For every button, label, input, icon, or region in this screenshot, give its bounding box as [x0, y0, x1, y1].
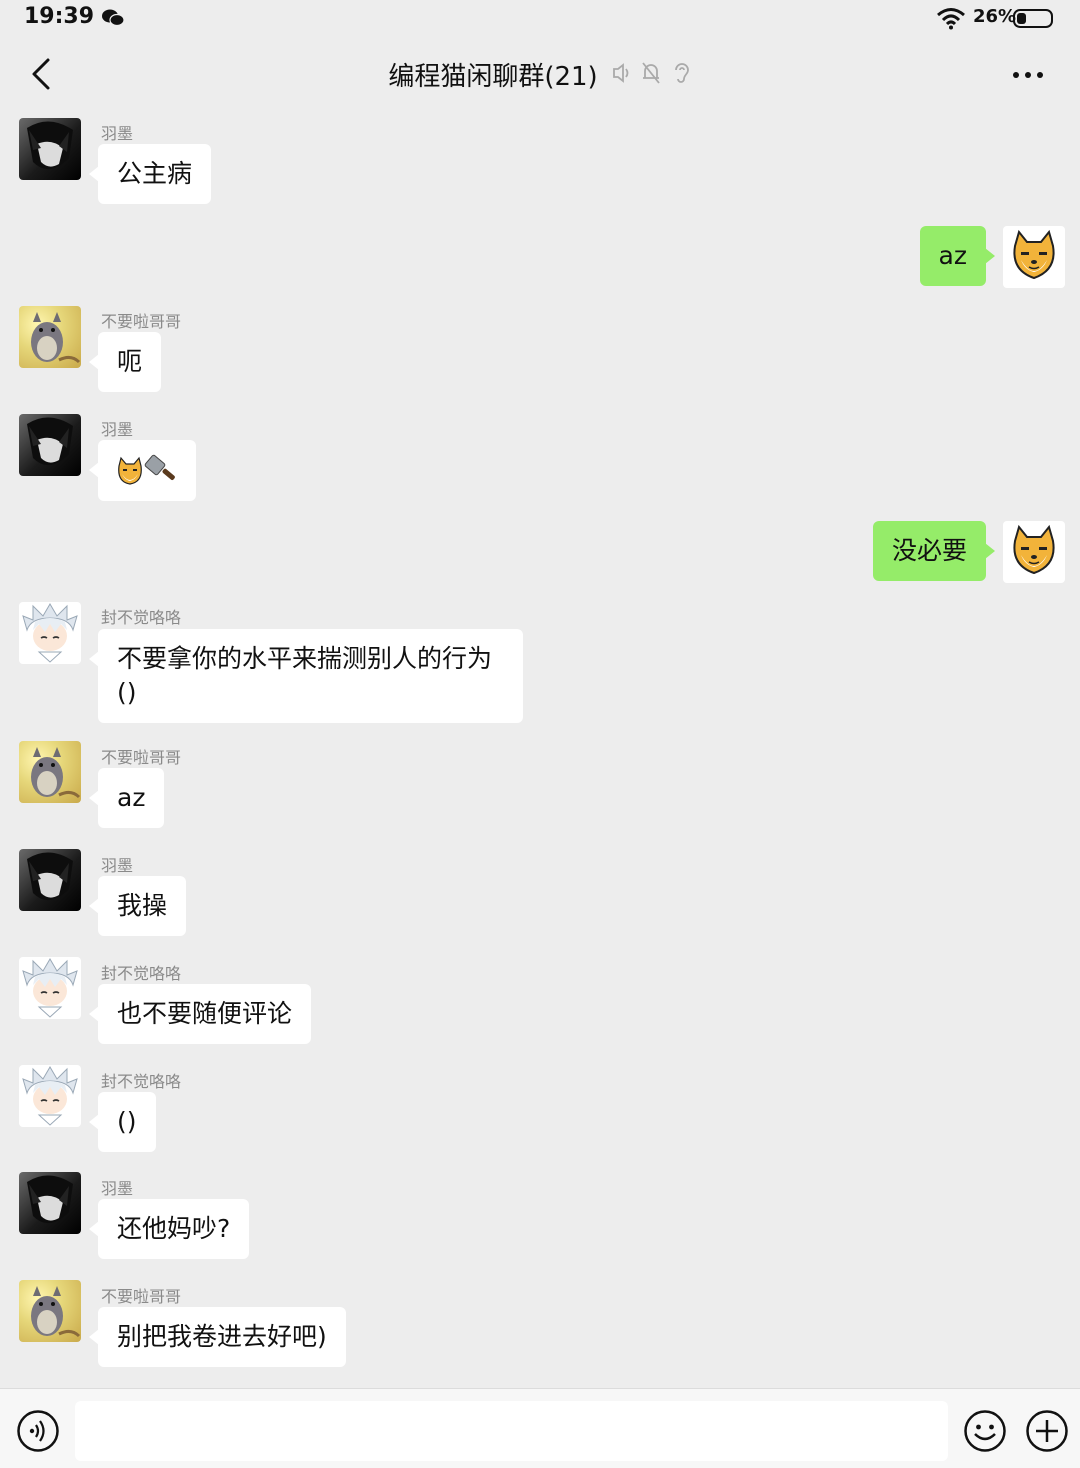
message-item: 封不觉咯咯 () [0, 1060, 1080, 1160]
sender-name: 不要啦哥哥 [101, 312, 182, 331]
silver-hair-avatar-icon [22, 958, 78, 1018]
battery-icon [1013, 9, 1053, 28]
shiba-dog-avatar-icon [1013, 229, 1055, 280]
ear-icon [675, 63, 689, 83]
avatar[interactable] [19, 849, 81, 911]
avatar[interactable] [19, 414, 81, 476]
silver-hair-avatar-icon [22, 603, 78, 663]
avatar[interactable] [19, 306, 81, 368]
battery-percent: 26% [973, 6, 1017, 27]
avatar[interactable] [19, 118, 81, 180]
message-item: 不要啦哥哥 呃 [0, 300, 1080, 400]
avatar[interactable] [1003, 226, 1065, 288]
dark-boy-avatar-icon [27, 1175, 73, 1224]
message-bubble[interactable]: az [88, 768, 165, 828]
message-item: 不要啦哥哥 别把我卷进去好吧) [0, 1276, 1080, 1376]
title-status-icons [610, 60, 692, 86]
wechat-icon [102, 9, 125, 27]
message-item: 羽墨 [0, 408, 1080, 508]
status-time: 19:39 [24, 4, 95, 29]
avatar[interactable] [19, 957, 81, 1019]
totoro-avatar-icon [31, 747, 81, 799]
totoro-avatar-icon [31, 312, 81, 364]
avatar[interactable] [1003, 521, 1065, 583]
chat-header: 编程猫闲聊群(21) [0, 36, 1080, 112]
message-bubble[interactable]: 呃 [88, 332, 162, 392]
message-item: 封不觉咯咯 不要拿你的水平来揣测别人的行为 () [0, 596, 1080, 726]
sender-name: 羽墨 [101, 124, 134, 143]
totoro-avatar-icon [31, 1286, 81, 1338]
more-icon[interactable] [1011, 70, 1045, 80]
mute-bell-icon [642, 62, 660, 84]
dark-boy-avatar-icon [27, 417, 73, 466]
message-bubble[interactable]: () [89, 1092, 156, 1152]
message-bubble[interactable] [89, 440, 196, 501]
message-item: 不要啦哥哥 az [0, 736, 1080, 836]
input-bar [0, 1388, 1080, 1468]
message-bubble[interactable]: 也不要随便评论 [88, 984, 312, 1044]
sender-name: 封不觉咯咯 [101, 964, 182, 983]
plus-icon[interactable] [1025, 1409, 1069, 1453]
status-bar: 19:39 26% [0, 0, 1080, 36]
message-item: 羽墨 还他妈吵? [0, 1168, 1080, 1268]
message-item: 没必要 [0, 520, 1080, 590]
message-item: 封不觉咯咯 也不要随便评论 [0, 952, 1080, 1052]
message-item: 羽墨 公主病 [0, 112, 1080, 212]
message-bubble[interactable]: 公主病 [88, 144, 212, 204]
sender-name: 羽墨 [101, 1179, 134, 1198]
message-bubble[interactable]: az [919, 226, 996, 286]
message-item: 羽墨 我操 [0, 844, 1080, 944]
wifi-icon [937, 8, 965, 30]
message-bubble[interactable]: 不要拿你的水平来揣测别人的行为 () [89, 629, 523, 723]
sender-name: 不要啦哥哥 [101, 748, 182, 767]
avatar[interactable] [19, 1280, 81, 1342]
message-item: az [0, 224, 1080, 294]
message-bubble[interactable]: 还他妈吵? [88, 1199, 250, 1259]
emoji-icon[interactable] [963, 1409, 1007, 1453]
sender-name: 羽墨 [101, 420, 134, 439]
avatar[interactable] [19, 741, 81, 803]
dark-boy-avatar-icon [27, 852, 73, 901]
sender-name: 不要啦哥哥 [101, 1287, 182, 1306]
dog-and-cleaver-emoji-icon [118, 454, 175, 485]
message-list[interactable]: 羽墨 公主病 az 不要啦哥哥 呃 羽墨 没必要 封不觉咯咯 不要拿你的水平来揣… [0, 112, 1080, 1388]
message-bubble[interactable]: 别把我卷进去好吧) [89, 1307, 346, 1367]
speaker-icon [613, 63, 629, 83]
sender-name: 封不觉咯咯 [101, 608, 182, 627]
message-bubble[interactable]: 我操 [88, 876, 187, 936]
shiba-dog-avatar-icon [1013, 524, 1055, 575]
silver-hair-avatar-icon [22, 1066, 78, 1126]
sender-name: 羽墨 [101, 856, 134, 875]
chat-title[interactable]: 编程猫闲聊群(21) [388, 62, 597, 92]
sender-name: 封不觉咯咯 [101, 1072, 182, 1091]
voice-input-icon[interactable] [16, 1409, 60, 1453]
avatar[interactable] [19, 1065, 81, 1127]
avatar[interactable] [19, 1172, 81, 1234]
avatar[interactable] [19, 602, 81, 664]
dark-boy-avatar-icon [27, 121, 73, 170]
message-bubble[interactable]: 没必要 [872, 521, 996, 581]
message-input[interactable] [75, 1401, 948, 1461]
